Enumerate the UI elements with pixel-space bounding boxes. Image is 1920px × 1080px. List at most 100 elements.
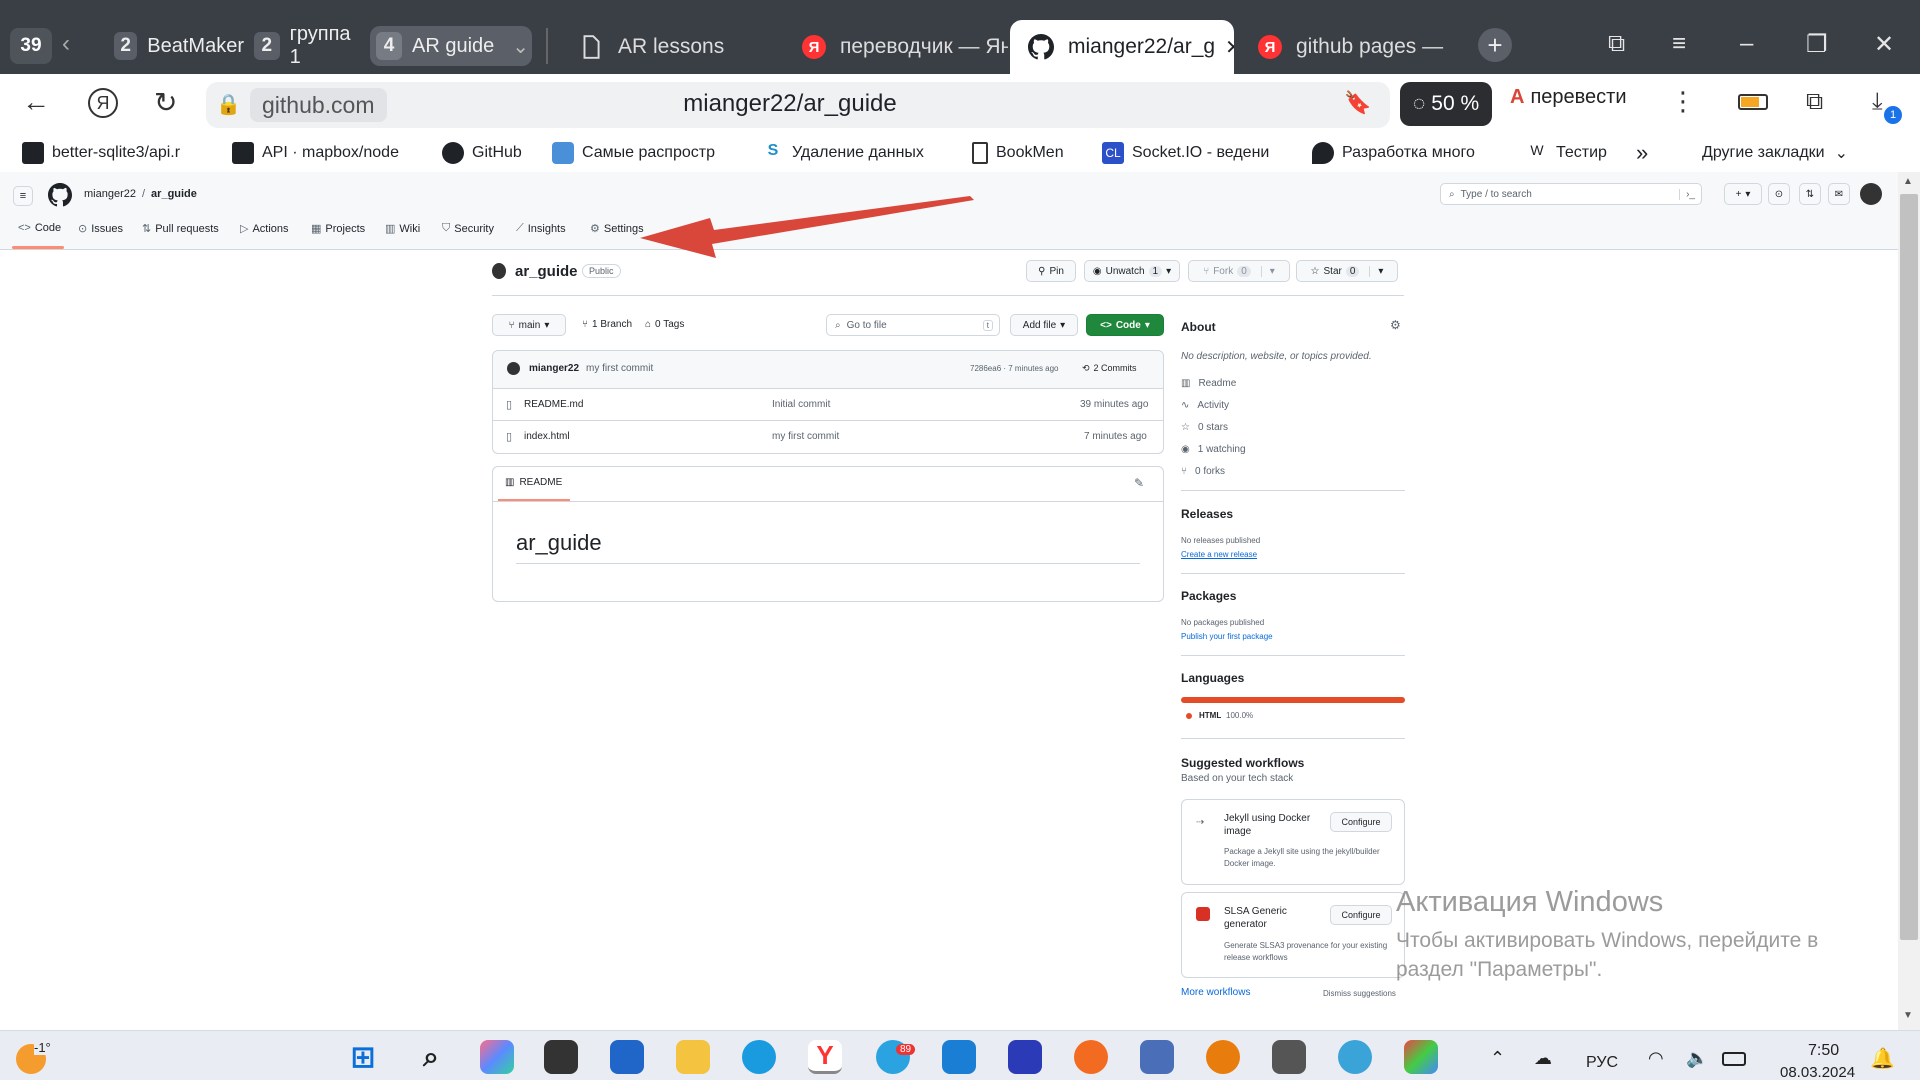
branch-select[interactable]: ⑂ main ▾ bbox=[492, 314, 566, 336]
configure-button[interactable]: Configure bbox=[1330, 905, 1392, 925]
star-button[interactable]: ☆ Star 0 ▾ bbox=[1296, 260, 1398, 282]
tab-insights[interactable]: ⟋ Insights bbox=[516, 222, 566, 235]
yandex-logo-icon[interactable]: Я bbox=[88, 88, 118, 118]
search-icon[interactable]: ⌕ bbox=[414, 1040, 448, 1074]
vscode-icon[interactable] bbox=[942, 1040, 976, 1074]
zoom-indicator[interactable]: ◌ 50 % bbox=[1400, 82, 1492, 126]
bookmark-item[interactable]: GitHub bbox=[442, 138, 540, 168]
scrollbar-thumb[interactable] bbox=[1900, 194, 1918, 940]
bookmarks-more-button[interactable]: » bbox=[1636, 138, 1656, 168]
command-palette-icon[interactable]: ›_ bbox=[1679, 188, 1695, 200]
chevron-left-icon[interactable]: ‹ bbox=[62, 30, 70, 58]
clock-date[interactable]: 08.03.2024 bbox=[1780, 1064, 1856, 1080]
tab-github-pages[interactable]: Я github pages — Я bbox=[1240, 20, 1450, 74]
about-activity[interactable]: ∿ Activity bbox=[1181, 400, 1229, 411]
bookmark-icon[interactable]: 🔖 bbox=[1344, 90, 1371, 116]
tab-ar-lessons[interactable]: AR lessons bbox=[560, 20, 780, 74]
tab-code[interactable]: <> Code bbox=[18, 222, 61, 234]
add-file-button[interactable]: Add file ▾ bbox=[1010, 314, 1078, 336]
file-name[interactable]: README.md bbox=[524, 399, 583, 410]
tab-github-active[interactable]: mianger22/ar_g ✕ bbox=[1010, 20, 1234, 74]
bookmark-item[interactable]: Самые распростр bbox=[552, 138, 742, 168]
copilot-icon[interactable] bbox=[480, 1040, 514, 1074]
more-workflows-link[interactable]: More workflows bbox=[1181, 987, 1250, 998]
about-forks[interactable]: ⑂ 0 forks bbox=[1181, 466, 1225, 477]
create-new-button[interactable]: + ▾ bbox=[1724, 183, 1762, 205]
bookmark-item[interactable]: W Тестир bbox=[1526, 138, 1616, 168]
packages-title[interactable]: Packages bbox=[1181, 589, 1236, 603]
blender-icon[interactable] bbox=[1206, 1040, 1240, 1074]
bookmark-item[interactable]: CL Socket.IO - ведени bbox=[1102, 138, 1294, 168]
tab-group-gruppa1[interactable]: 2 группа 1 bbox=[248, 23, 366, 68]
cloud-icon[interactable]: ☁ bbox=[1534, 1048, 1552, 1069]
breadcrumb-repo[interactable]: ar_guide bbox=[151, 188, 197, 200]
issues-icon[interactable]: ⊙ bbox=[1768, 183, 1790, 205]
clock-time[interactable]: 7:50 bbox=[1808, 1042, 1839, 1060]
tab-settings[interactable]: ⚙ Settings bbox=[590, 222, 644, 236]
app-icon[interactable] bbox=[1008, 1040, 1042, 1074]
file-commit-msg[interactable]: Initial commit bbox=[772, 399, 830, 410]
pin-button[interactable]: ⚲ Pin bbox=[1026, 260, 1076, 282]
maximize-icon[interactable]: ❐ bbox=[1806, 30, 1828, 59]
repo-name[interactable]: ar_guide bbox=[515, 263, 578, 280]
translate-button[interactable]: Aперевести bbox=[1510, 86, 1627, 109]
other-bookmarks-button[interactable]: Другие закладки ⌄ bbox=[1702, 138, 1902, 168]
extensions-icon[interactable]: ⧉ bbox=[1806, 88, 1823, 116]
back-icon[interactable]: ← bbox=[22, 86, 50, 118]
chevron-up-icon[interactable]: ⌃ bbox=[1490, 1048, 1505, 1069]
bookmark-item[interactable]: better-sqlite3/api.r bbox=[22, 138, 216, 168]
battery-icon[interactable] bbox=[1722, 1052, 1746, 1066]
about-stars[interactable]: ☆ 0 stars bbox=[1181, 422, 1228, 433]
bookmark-item[interactable]: BookMen bbox=[972, 138, 1086, 168]
battery-icon[interactable] bbox=[1738, 94, 1768, 110]
fork-button[interactable]: ⑂ Fork 0 ▾ bbox=[1188, 260, 1290, 282]
bookmarks-panel-icon[interactable]: ⧉ bbox=[1608, 30, 1625, 58]
tab-security[interactable]: ⛉ Security bbox=[442, 222, 494, 235]
yandex-browser-icon[interactable]: Y bbox=[808, 1040, 842, 1074]
configure-button[interactable]: Configure bbox=[1330, 812, 1392, 832]
commits-link[interactable]: ⟲ 2 Commits bbox=[1082, 363, 1137, 374]
input-language[interactable]: РУС bbox=[1586, 1054, 1618, 1072]
tab-group-beatmaker[interactable]: 2 BeatMaker bbox=[108, 26, 244, 66]
github-logo-icon[interactable] bbox=[48, 183, 72, 207]
tab-count-button[interactable]: 39 bbox=[10, 28, 52, 64]
readme-tab[interactable]: ▥ README bbox=[505, 477, 562, 488]
new-tab-icon[interactable]: + bbox=[1478, 28, 1512, 62]
close-window-icon[interactable]: ✕ bbox=[1874, 30, 1894, 59]
notification-bell-icon[interactable]: 🔔 bbox=[1870, 1046, 1895, 1071]
tab-group-ar-guide[interactable]: 4 AR guide ⌄ bbox=[370, 26, 532, 66]
tab-projects[interactable]: ▦ Projects bbox=[311, 222, 365, 236]
releases-title[interactable]: Releases bbox=[1181, 507, 1233, 521]
dismiss-suggestions-link[interactable]: Dismiss suggestions bbox=[1323, 989, 1396, 998]
go-to-file-input[interactable]: ⌕ Go to file t bbox=[826, 314, 1000, 336]
unwatch-button[interactable]: ◉ Unwatch 1 ▾ bbox=[1084, 260, 1180, 282]
python-icon[interactable] bbox=[1338, 1040, 1372, 1074]
commit-message[interactable]: my first commit bbox=[586, 363, 653, 374]
reload-icon[interactable]: ↻ bbox=[154, 86, 177, 119]
scroll-up-arrow[interactable]: ▲ bbox=[1903, 176, 1913, 187]
downloads-icon[interactable]: ⤓ bbox=[1872, 88, 1883, 116]
avatar[interactable] bbox=[1860, 183, 1882, 205]
breadcrumb-owner[interactable]: mianger22 bbox=[84, 188, 136, 200]
wifi-icon[interactable]: ◠ bbox=[1648, 1048, 1664, 1069]
search-input[interactable]: ⌕ Type / to search ›_ bbox=[1440, 183, 1702, 205]
app-icon[interactable] bbox=[1404, 1040, 1438, 1074]
hamburger-icon[interactable]: ≡ bbox=[13, 186, 33, 206]
edit-icon[interactable]: ✎ bbox=[1134, 476, 1144, 490]
tab-wiki[interactable]: ▥ Wiki bbox=[385, 222, 420, 236]
windows-start-icon[interactable]: ⊞ bbox=[346, 1040, 380, 1074]
commit-hash-time[interactable]: 7286ea6 · 7 minutes ago bbox=[970, 364, 1059, 373]
about-readme[interactable]: ▥ Readme bbox=[1181, 378, 1236, 389]
tab-pull-requests[interactable]: ⇅ Pull requests bbox=[142, 222, 219, 236]
bookmark-item[interactable]: Разработка много bbox=[1312, 138, 1504, 168]
minimize-icon[interactable]: – bbox=[1740, 30, 1753, 58]
scroll-down-arrow[interactable]: ▼ bbox=[1903, 1010, 1913, 1021]
pull-requests-icon[interactable]: ⇅ bbox=[1799, 183, 1821, 205]
tags-link[interactable]: ⌂ 0 Tags bbox=[645, 319, 684, 330]
branches-link[interactable]: ⑂ 1 Branch bbox=[582, 319, 632, 330]
task-view-icon[interactable] bbox=[544, 1040, 578, 1074]
language-name[interactable]: HTML bbox=[1199, 711, 1221, 720]
firefox-icon[interactable] bbox=[1074, 1040, 1108, 1074]
network-app-icon[interactable] bbox=[1140, 1040, 1174, 1074]
create-release-link[interactable]: Create a new release bbox=[1181, 550, 1257, 559]
